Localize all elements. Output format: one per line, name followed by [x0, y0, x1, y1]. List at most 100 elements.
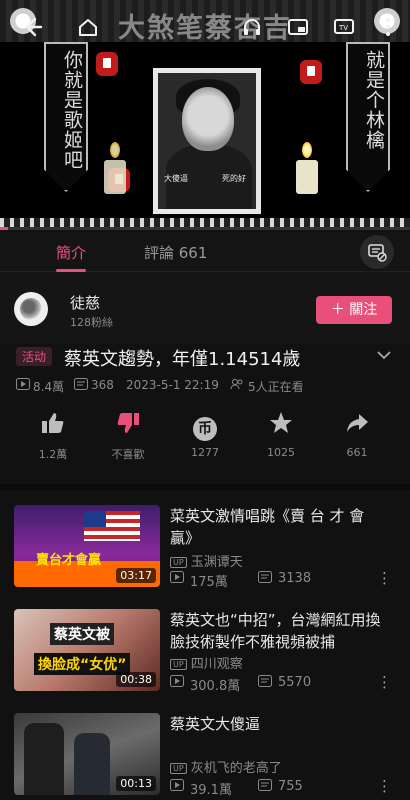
candle-icon [104, 142, 126, 194]
video-thumbnail[interactable]: 蔡英文被 換脸成“女优” 00:38 [14, 609, 160, 691]
views-icon [170, 675, 184, 691]
like-button[interactable]: 1.2萬 [23, 410, 83, 462]
back-icon[interactable] [18, 16, 46, 43]
related-video-title[interactable]: 菜英文激情唱跳《賣 台 才 會 贏》 [170, 505, 382, 549]
right-banner-text: 就是个林檎 [363, 50, 385, 150]
portrait-figure [182, 87, 234, 151]
pip-icon[interactable] [284, 16, 312, 43]
related-video-title[interactable]: 蔡英文大傻逼 [170, 713, 382, 735]
uploader-name[interactable]: 徒慈 [70, 292, 100, 313]
content-tabs: 簡介 評論 661 [0, 232, 410, 272]
favorite-count: 1025 [267, 446, 295, 459]
thumbnail-caption: 換脸成“女优” [34, 653, 131, 675]
candle-icon [296, 142, 318, 194]
related-video-uploader[interactable]: UP 玉渊谭天 [170, 551, 243, 570]
video-duration: 00:13 [116, 776, 156, 791]
video-duration: 03:17 [116, 568, 156, 583]
like-count: 1.2萬 [38, 448, 68, 461]
views-count: 175萬 [190, 575, 228, 590]
video-player[interactable]: 大煞笔蔡杏吉 你就是歌姬吧 就是个林檎 大傻逼 死的好 TV [0, 0, 410, 230]
svg-text:TV: TV [338, 24, 348, 32]
video-title-row: 活动 蔡英文趨勢，年僅1.14514歲 [0, 344, 410, 374]
watching-count: 5人正在看 [248, 380, 304, 394]
views-count: 39.1萬 [190, 783, 232, 798]
headphones-icon[interactable] [238, 16, 266, 43]
more-icon[interactable]: ⋮ [377, 569, 392, 587]
video-duration: 00:38 [116, 672, 156, 687]
tv-cast-icon[interactable]: TV [330, 16, 358, 43]
portrait-caption-left: 大傻逼 [164, 174, 188, 183]
related-video-item[interactable]: 00:13 蔡英文大傻逼 UP 灰机飞的老高了 39.1萬 755 ⋮ [0, 713, 410, 800]
coin-count: 1277 [191, 446, 219, 459]
related-video-title[interactable]: 蔡英文也“中招”，台灣網紅用換臉技術製作不雅視頻被捕 [170, 609, 382, 653]
publish-date: 2023-5-1 22:19 [126, 378, 219, 392]
more-icon[interactable] [374, 16, 402, 43]
uploader-name: 灰机飞的老高了 [190, 761, 282, 776]
danmaku-icon [258, 779, 272, 795]
uploader-row: 徒慈 128粉絲 ＋ 關注 [0, 272, 410, 344]
video-thumbnail[interactable]: 00:13 [14, 713, 160, 795]
star-icon [251, 410, 311, 440]
danmaku-icon [258, 675, 272, 691]
related-video-uploader[interactable]: UP 四川观察 [170, 653, 243, 672]
left-banner-text: 你就是歌姬吧 [61, 50, 83, 170]
danmaku-toggle-icon[interactable] [360, 235, 394, 269]
uploader-name: 玉渊谭天 [190, 555, 243, 570]
expand-chevron-icon[interactable] [376, 346, 392, 365]
lantern-icon [96, 52, 118, 76]
video-thumbnail[interactable]: 賣台才會贏 03:17 [14, 505, 160, 587]
danmaku-count: 368 [91, 378, 114, 392]
person-figure [74, 733, 110, 795]
video-progress-fill [0, 227, 9, 230]
action-bar: 1.2萬 不喜歡 币 1277 1025 661 [0, 410, 410, 470]
danmaku-icon [74, 378, 88, 393]
tab-intro[interactable]: 簡介 [56, 242, 86, 263]
related-video-uploader[interactable]: UP 灰机飞的老高了 [170, 757, 282, 776]
views-count: 300.8萬 [190, 679, 241, 694]
avatar[interactable] [14, 292, 48, 326]
uploader-name: 四川观察 [190, 657, 243, 672]
video-title: 蔡英文趨勢，年僅1.14514歲 [64, 349, 301, 370]
coin-button[interactable]: 币 1277 [175, 410, 235, 459]
follow-button[interactable]: ＋ 關注 [316, 296, 392, 324]
danmaku-count: 3138 [278, 571, 312, 586]
dislike-icon [98, 410, 158, 440]
thumbnail-caption: 蔡英文被 [50, 623, 114, 645]
video-meta: 8.4萬 368 2023-5-1 22:19 5人正在看 [16, 378, 396, 396]
views-icon [16, 378, 30, 393]
watching-icon [230, 378, 244, 393]
dislike-button[interactable]: 不喜歡 [98, 410, 158, 462]
thumbnail-caption: 賣台才會贏 [36, 553, 102, 568]
danmaku-icon [258, 571, 272, 587]
danmaku-count: 5570 [278, 675, 312, 690]
home-icon[interactable] [74, 16, 102, 43]
share-count: 661 [346, 446, 368, 459]
views-count: 8.4萬 [33, 380, 65, 394]
danmaku-count: 755 [278, 779, 303, 794]
more-icon[interactable]: ⋮ [377, 673, 392, 691]
related-video-item[interactable]: 蔡英文被 換脸成“女优” 00:38 蔡英文也“中招”，台灣網紅用換臉技術製作不… [0, 609, 410, 713]
favorite-button[interactable]: 1025 [251, 410, 311, 459]
views-icon [170, 779, 184, 795]
lantern-icon [300, 60, 322, 84]
share-icon [327, 410, 387, 440]
related-video-item[interactable]: 賣台才會贏 03:17 菜英文激情唱跳《賣 台 才 會 贏》 UP 玉渊谭天 17… [0, 505, 410, 609]
like-icon [23, 410, 83, 440]
tab-comments[interactable]: 評論 661 [144, 242, 207, 263]
activity-tag[interactable]: 活动 [16, 347, 53, 366]
dislike-label: 不喜歡 [111, 448, 145, 461]
flag-graphic [84, 511, 140, 541]
section-divider [0, 484, 410, 490]
up-badge-icon: UP [170, 659, 187, 670]
views-icon [170, 571, 184, 587]
video-progress-bar[interactable] [0, 227, 410, 230]
memorial-portrait: 大傻逼 死的好 [153, 68, 261, 214]
person-figure [24, 723, 64, 795]
right-banner: 就是个林檎 [346, 42, 390, 192]
coin-icon: 币 [175, 410, 235, 441]
more-icon[interactable]: ⋮ [377, 777, 392, 795]
up-badge-icon: UP [170, 557, 187, 568]
left-banner: 你就是歌姬吧 [44, 42, 88, 192]
share-button[interactable]: 661 [327, 410, 387, 459]
portrait-caption-right: 死的好 [222, 174, 246, 183]
